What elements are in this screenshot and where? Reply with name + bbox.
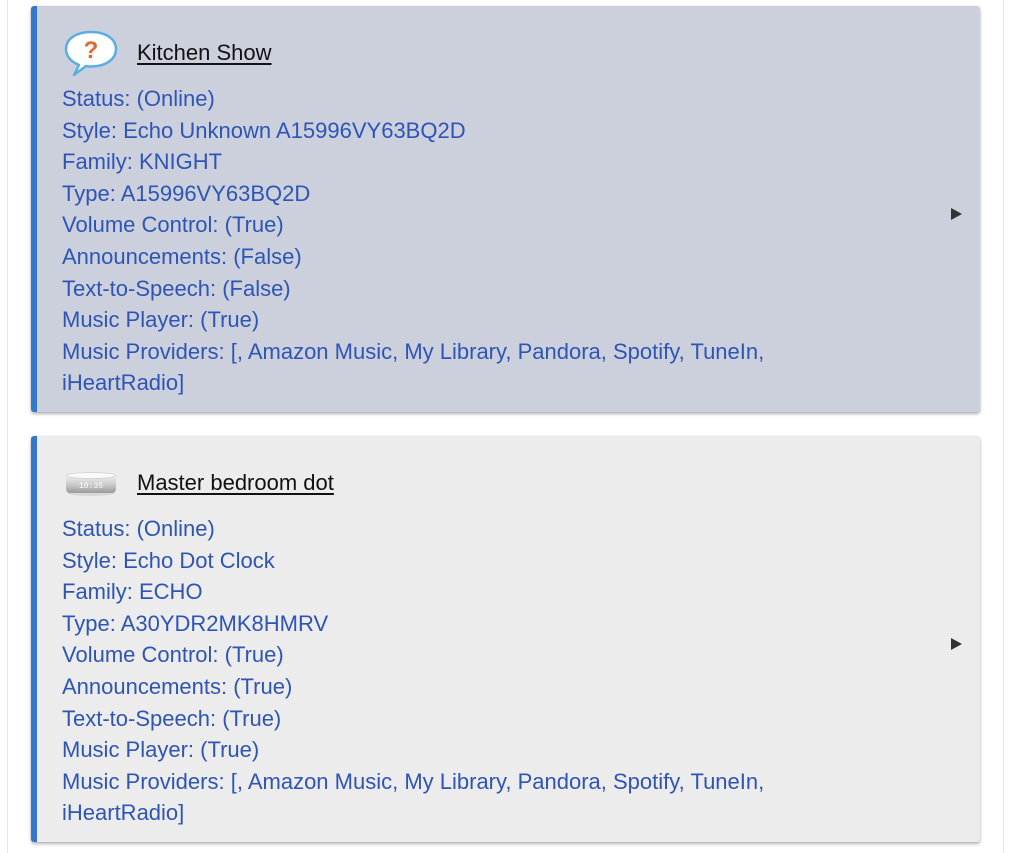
type-text: Type: A15996VY63BQ2D — [62, 180, 311, 206]
style-text: Style: Echo Unknown A15996VY63BQ2D — [62, 117, 466, 143]
family-text: Family: ECHO — [62, 579, 203, 605]
device-properties: Status: (Online) Style: Echo Unknown A15… — [62, 83, 862, 399]
music-player-text: Music Player: (True) — [62, 737, 260, 763]
volume-control-text: Volume Control: (True) — [62, 212, 284, 238]
announcements-text: Announcements: (True) — [62, 673, 293, 699]
tts-text: Text-to-Speech: (False) — [62, 275, 291, 301]
unknown-device-icon: ? — [62, 28, 120, 78]
announcements-text: Announcements: (False) — [62, 243, 302, 269]
music-player-text: Music Player: (True) — [62, 307, 260, 333]
type-text: Type: A30YDR2MK8HMRV — [62, 610, 329, 636]
device-properties: Status: (Online) Style: Echo Dot Clock F… — [62, 513, 862, 829]
tts-text: Text-to-Speech: (True) — [62, 705, 282, 731]
device-name-link[interactable]: Master bedroom dot — [137, 470, 334, 496]
device-header: 10:35 Master bedroom dot — [62, 458, 334, 508]
expand-arrow-icon[interactable] — [951, 208, 962, 220]
expand-arrow-icon[interactable] — [951, 638, 962, 650]
device-name-link[interactable]: Kitchen Show — [137, 40, 272, 66]
clock-display: 10:35 — [79, 482, 103, 491]
style-text: Style: Echo Dot Clock — [62, 547, 275, 573]
status-text: Status: (Online) — [62, 86, 215, 111]
device-card-master-bedroom-dot[interactable]: 10:35 Master bedroom dot Status: (Online… — [31, 436, 980, 842]
music-providers-text: Music Providers: [, Amazon Music, My Lib… — [62, 768, 765, 826]
svg-text:?: ? — [84, 37, 99, 64]
device-header: ? Kitchen Show — [62, 28, 272, 78]
volume-control-text: Volume Control: (True) — [62, 642, 284, 668]
echo-dot-clock-icon: 10:35 — [62, 458, 120, 508]
device-card-kitchen-show[interactable]: ? Kitchen Show Status: (Online) Style: E… — [31, 6, 980, 412]
family-text: Family: KNIGHT — [62, 149, 223, 175]
status-text: Status: (Online) — [62, 516, 215, 541]
music-providers-text: Music Providers: [, Amazon Music, My Lib… — [62, 338, 765, 396]
